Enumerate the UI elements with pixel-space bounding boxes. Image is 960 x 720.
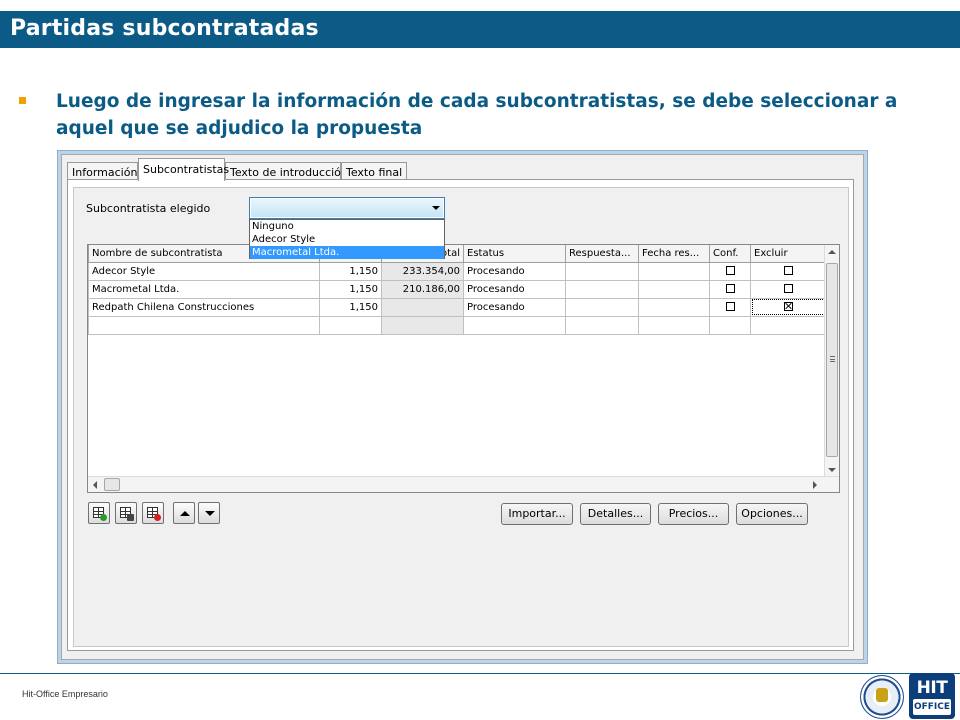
- institution-seal-icon: [860, 675, 904, 719]
- add-row-button[interactable]: [88, 502, 110, 524]
- excluir-checkbox[interactable]: [783, 266, 793, 275]
- grid-header-row: Nombre de subcontratista otal Estatus Re…: [88, 245, 826, 263]
- cell-fecha[interactable]: [638, 261, 710, 281]
- cell-factor[interactable]: 1,150: [319, 261, 382, 281]
- cell-total[interactable]: [381, 297, 464, 317]
- detalles-button[interactable]: Detalles...: [580, 503, 651, 525]
- delete-icon: [154, 514, 161, 521]
- dropdown-option-adecor-style[interactable]: Adecor Style: [250, 233, 444, 246]
- cell-excluir: [750, 279, 826, 299]
- cell-excluir: [750, 297, 826, 317]
- cell-empty[interactable]: [88, 315, 320, 335]
- delete-row-button[interactable]: [142, 502, 164, 524]
- vertical-scrollbar[interactable]: [824, 245, 839, 476]
- cell-respuesta[interactable]: [565, 279, 639, 299]
- cell-factor[interactable]: 1,150: [319, 279, 382, 299]
- move-up-button[interactable]: [173, 502, 195, 524]
- footer-divider: [0, 673, 960, 674]
- cell-respuesta[interactable]: [565, 261, 639, 281]
- tab-panel-subcontratistas: Subcontratista elegido Ninguno Adecor St…: [67, 179, 854, 651]
- scroll-up-icon[interactable]: [828, 250, 836, 254]
- slide-title: Partidas subcontratadas: [10, 16, 319, 41]
- conf-checkbox[interactable]: [725, 302, 735, 311]
- hit-office-logo: HIT OFFICE: [909, 673, 955, 719]
- move-down-icon: [205, 511, 215, 516]
- app-window: Información Subcontratistas Texto de int…: [61, 154, 864, 660]
- col-header-estatus[interactable]: Estatus: [463, 245, 566, 263]
- combo-value: [251, 199, 443, 217]
- slide-header: Partidas subcontratadas: [0, 11, 960, 48]
- subcontratista-combo[interactable]: [249, 197, 445, 219]
- cell-estatus[interactable]: Procesando: [463, 261, 566, 281]
- cell-empty[interactable]: [381, 315, 464, 335]
- subcontratistas-group: Subcontratista elegido Ninguno Adecor St…: [73, 187, 849, 647]
- tab-subcontratistas[interactable]: Subcontratistas: [138, 158, 229, 181]
- cell-empty[interactable]: [638, 315, 710, 335]
- subcontratistas-grid: Nombre de subcontratista otal Estatus Re…: [87, 244, 840, 493]
- cell-nombre[interactable]: Macrometal Ltda.: [88, 279, 320, 299]
- cell-factor[interactable]: 1,150: [319, 297, 382, 317]
- col-header-fecha[interactable]: Fecha res...: [638, 245, 710, 263]
- bullet-text: Luego de ingresar la información de cada…: [56, 91, 898, 139]
- precios-button[interactable]: Precios...: [658, 503, 729, 525]
- cell-empty[interactable]: [565, 315, 639, 335]
- scroll-thumb-horizontal[interactable]: [104, 478, 120, 491]
- scroll-down-icon[interactable]: [828, 468, 836, 472]
- cell-nombre[interactable]: Adecor Style: [88, 261, 320, 281]
- dropdown-option-macrometal[interactable]: Macrometal Ltda.: [250, 246, 444, 259]
- col-header-conf[interactable]: Conf.: [709, 245, 751, 263]
- app-screenshot: Información Subcontratistas Texto de int…: [57, 150, 868, 664]
- cell-estatus[interactable]: Procesando: [463, 279, 566, 299]
- conf-checkbox[interactable]: [725, 284, 735, 293]
- cell-empty[interactable]: [463, 315, 566, 335]
- cell-fecha[interactable]: [638, 279, 710, 299]
- horizontal-scrollbar[interactable]: [88, 476, 839, 492]
- col-header-excluir[interactable]: Excluir: [750, 245, 826, 263]
- opciones-button[interactable]: Opciones...: [736, 503, 808, 525]
- cell-empty[interactable]: [319, 315, 382, 335]
- table-row-empty[interactable]: [88, 315, 826, 335]
- cell-nombre[interactable]: Redpath Chilena Construcciones: [88, 297, 320, 317]
- table-row[interactable]: Adecor Style 1,150 233.354,00 Procesando: [88, 261, 826, 281]
- cell-fecha[interactable]: [638, 297, 710, 317]
- excluir-checkbox[interactable]: [783, 302, 793, 311]
- cell-conf: [709, 279, 751, 299]
- importar-button[interactable]: Importar...: [501, 503, 573, 525]
- conf-checkbox[interactable]: [725, 266, 735, 275]
- cell-excluir: [750, 261, 826, 281]
- scroll-thumb[interactable]: [826, 263, 838, 457]
- scroll-left-icon[interactable]: [93, 481, 97, 489]
- copy-row-button[interactable]: [115, 502, 137, 524]
- grip-icon: [830, 356, 835, 362]
- move-down-button[interactable]: [198, 502, 220, 524]
- copy-icon: [127, 514, 134, 521]
- logo-text-top: HIT: [913, 677, 951, 699]
- cell-empty[interactable]: [750, 315, 826, 335]
- move-up-icon: [180, 511, 190, 516]
- col-header-respuesta[interactable]: Respuesta...: [565, 245, 639, 263]
- table-row[interactable]: Macrometal Ltda. 1,150 210.186,00 Proces…: [88, 279, 826, 299]
- scroll-right-icon[interactable]: [813, 481, 817, 489]
- cell-empty[interactable]: [709, 315, 751, 335]
- grid-table: Nombre de subcontratista otal Estatus Re…: [88, 245, 826, 335]
- subcontratista-dropdown: Ninguno Adecor Style Macrometal Ltda.: [249, 219, 445, 259]
- cell-total[interactable]: 233.354,00: [381, 261, 464, 281]
- cell-total[interactable]: 210.186,00: [381, 279, 464, 299]
- dropdown-option-ninguno[interactable]: Ninguno: [250, 220, 444, 233]
- footer-text: Hit-Office Empresario: [22, 689, 108, 699]
- plus-icon: [100, 514, 107, 521]
- cell-conf: [709, 297, 751, 317]
- excluir-checkbox[interactable]: [783, 284, 793, 293]
- subcontratista-elegido-label: Subcontratista elegido: [86, 202, 211, 215]
- cell-conf: [709, 261, 751, 281]
- bullet-icon: [19, 97, 26, 104]
- cell-respuesta[interactable]: [565, 297, 639, 317]
- logo-text-bottom: OFFICE: [913, 699, 951, 715]
- chevron-down-icon[interactable]: [432, 206, 440, 210]
- table-row[interactable]: Redpath Chilena Construcciones 1,150 Pro…: [88, 297, 826, 317]
- cell-estatus[interactable]: Procesando: [463, 297, 566, 317]
